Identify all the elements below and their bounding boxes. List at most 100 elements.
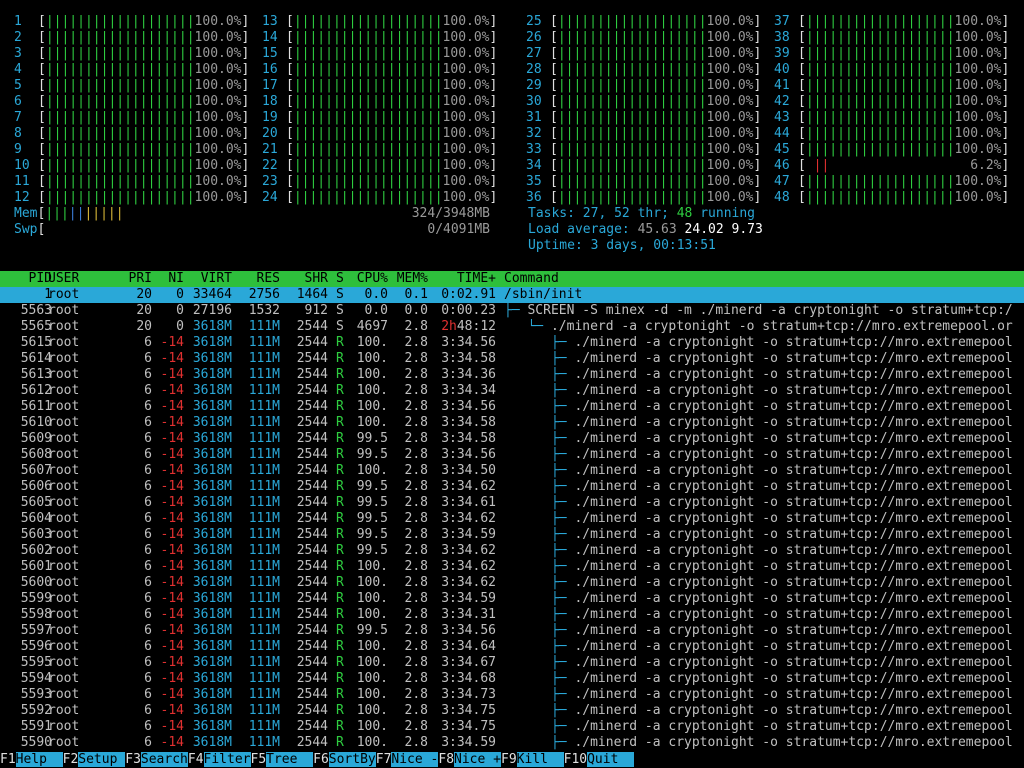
cell-shr: 2544: [296, 367, 328, 382]
cell-ni: -14: [160, 575, 184, 590]
cell-pri: 6: [144, 671, 152, 686]
process-row[interactable]: 5606 root 6 -14 3618M 111M 2544 R 99.5 2.8 3:34.62…: [0, 479, 1024, 495]
fkey-f3: F3: [125, 752, 141, 767]
col-ni[interactable]: NI: [156, 271, 184, 287]
cpu-column: 1 [|||||||||||||||||||100.0%] 2 [||||||||||…: [14, 14, 249, 206]
tree-branch: ├─: [504, 527, 575, 542]
cpu-percent: 100.0%: [442, 190, 490, 205]
cpu-number: 30: [526, 94, 542, 109]
process-row[interactable]: 5595 root 6 -14 3618M 111M 2544 R 100. 2.8 3:34.67…: [0, 655, 1024, 671]
cell-mem: 2.8: [404, 655, 428, 670]
process-row[interactable]: 5607 root 6 -14 3618M 111M 2544 R 100. 2.8 3:34.50…: [0, 463, 1024, 479]
process-row[interactable]: 5611 root 6 -14 3618M 111M 2544 R 100. 2.8 3:34.56…: [0, 399, 1024, 415]
fkey-f6: F6: [313, 752, 329, 767]
cell-user: root: [48, 655, 80, 670]
cell-res: 111M: [248, 351, 280, 366]
cpu-meter: 17 [|||||||||||||||||||100.0%]: [262, 78, 498, 93]
process-row[interactable]: 5608 root 6 -14 3618M 111M 2544 R 99.5 2.8 3:34.56…: [0, 447, 1024, 463]
cpu-usage-bar: |||||||||||||||||||: [45, 46, 195, 61]
cell-pri: 6: [144, 703, 152, 718]
col-pri[interactable]: PRI: [120, 271, 152, 287]
cpu-percent: 100.0%: [442, 142, 490, 157]
process-row[interactable]: 5605 root 6 -14 3618M 111M 2544 R 99.5 2.8 3:34.61…: [0, 495, 1024, 511]
cell-time: 3:34.62: [441, 511, 496, 526]
process-row[interactable]: 1 root 20 0 33464 2756 1464 S 0.0 0.1 0:02.91/sbin…: [0, 287, 1024, 303]
fkey-label[interactable]: Kill: [516, 752, 564, 767]
col-res[interactable]: RES: [236, 271, 280, 287]
col-state[interactable]: S: [336, 271, 344, 287]
cell-pri: 6: [144, 687, 152, 702]
cpu-meter: 48 [|||||||||||||||||||100.0%]: [774, 190, 1010, 205]
process-row[interactable]: 5603 root 6 -14 3618M 111M 2544 R 99.5 2.8 3:34.59…: [0, 527, 1024, 543]
process-row[interactable]: 5597 root 6 -14 3618M 111M 2544 R 99.5 2.8 3:34.56…: [0, 623, 1024, 639]
process-row[interactable]: 5599 root 6 -14 3618M 111M 2544 R 100. 2.8 3:34.59…: [0, 591, 1024, 607]
process-row[interactable]: 5600 root 6 -14 3618M 111M 2544 R 100. 2.8 3:34.62…: [0, 575, 1024, 591]
col-mem[interactable]: MEM%: [388, 271, 428, 287]
col-virt[interactable]: VIRT: [188, 271, 232, 287]
process-row[interactable]: 5601 root 6 -14 3618M 111M 2544 R 100. 2.8 3:34.62…: [0, 559, 1024, 575]
fkey-label[interactable]: Filter: [203, 752, 251, 767]
fkey-label[interactable]: SortBy: [328, 752, 376, 767]
col-cpu[interactable]: CPU%: [348, 271, 388, 287]
cell-res: 111M: [248, 335, 280, 350]
cpu-usage-bar: |||||||||||||||||||: [557, 62, 707, 77]
cell-mem: 2.8: [404, 623, 428, 638]
fkey-label[interactable]: Quit: [587, 752, 635, 767]
cpu-usage-bar: |||||||||||||||||||: [45, 142, 195, 157]
process-row[interactable]: 5610 root 6 -14 3618M 111M 2544 R 100. 2.8 3:34.58…: [0, 415, 1024, 431]
process-row[interactable]: 5614 root 6 -14 3618M 111M 2544 R 100. 2.8 3:34.58…: [0, 351, 1024, 367]
cpu-number: 29: [526, 78, 542, 93]
process-row[interactable]: 5604 root 6 -14 3618M 111M 2544 R 99.5 2.8 3:34.62…: [0, 511, 1024, 527]
process-row[interactable]: 5565 root 20 0 3618M 111M 2544 S 4697 2.8 2h48:12 …: [0, 319, 1024, 335]
fkey-label[interactable]: Nice +: [454, 752, 501, 767]
cpu-usage-bar: |||||||||||||||||||: [293, 30, 443, 45]
process-row[interactable]: 5591 root 6 -14 3618M 111M 2544 R 100. 2.8 3:34.75…: [0, 719, 1024, 735]
cell-pid: 5597: [20, 623, 52, 638]
cell-pri: 6: [144, 447, 152, 462]
process-row[interactable]: 5609 root 6 -14 3618M 111M 2544 R 99.5 2.8 3:34.58…: [0, 431, 1024, 447]
fkey-label[interactable]: Search: [140, 752, 188, 767]
cell-s: R: [336, 575, 344, 590]
cpu-percent: 100.0%: [194, 126, 242, 141]
cpu-usage-bar: |||||||||||||||||||: [45, 190, 195, 205]
col-user[interactable]: USER: [48, 271, 79, 287]
cell-command: ├─ ./minerd -a cryptonight -o stratum+tc…: [504, 543, 1013, 559]
cell-res: 111M: [248, 495, 280, 510]
cell-virt: 3618M: [192, 671, 232, 686]
process-row[interactable]: 5594 root 6 -14 3618M 111M 2544 R 100. 2.8 3:34.68…: [0, 671, 1024, 687]
process-row[interactable]: 5593 root 6 -14 3618M 111M 2544 R 100. 2.8 3:34.73…: [0, 687, 1024, 703]
cpu-meter: 1 [|||||||||||||||||||100.0%]: [14, 14, 250, 29]
process-row[interactable]: 5592 root 6 -14 3618M 111M 2544 R 100. 2.8 3:34.75…: [0, 703, 1024, 719]
process-row[interactable]: 5612 root 6 -14 3618M 111M 2544 R 100. 2.8 3:34.34…: [0, 383, 1024, 399]
process-row[interactable]: 5563 root 20 0 27196 1532 912 S 0.0 0.0 0:00.23 ├─ …: [0, 303, 1024, 319]
cell-pid: 5603: [20, 527, 52, 542]
cpu-percent: 100.0%: [442, 46, 490, 61]
fkey-label[interactable]: Help: [15, 752, 63, 767]
col-pid[interactable]: PID: [0, 271, 52, 287]
process-row[interactable]: 5613 root 6 -14 3618M 111M 2544 R 100. 2.8 3:34.36…: [0, 367, 1024, 383]
cpu-number: 36: [526, 190, 542, 205]
col-shr[interactable]: SHR: [284, 271, 328, 287]
cpu-percent: 100.0%: [706, 14, 754, 29]
col-command[interactable]: Command: [504, 271, 559, 287]
fkey-label[interactable]: Tree: [266, 752, 314, 767]
cell-s: R: [336, 703, 344, 718]
fkey-label[interactable]: Nice -: [391, 752, 439, 767]
cell-pri: 6: [144, 463, 152, 478]
process-row[interactable]: 5596 root 6 -14 3618M 111M 2544 R 100. 2.8 3:34.64…: [0, 639, 1024, 655]
process-row[interactable]: 5602 root 6 -14 3618M 111M 2544 R 99.5 2.8 3:34.62…: [0, 543, 1024, 559]
process-row[interactable]: 5615 root 6 -14 3618M 111M 2544 R 100. 2.8 3:34.56…: [0, 335, 1024, 351]
cell-cpu: 99.5: [356, 495, 388, 510]
cell-pid: 5607: [20, 463, 52, 478]
process-row[interactable]: 5590 root 6 -14 3618M 111M 2544 R 100. 2.8 3:34.59…: [0, 735, 1024, 751]
cpu-number: 32: [526, 126, 542, 141]
cpu-usage-bar: |||||||||||||||||||: [805, 174, 955, 189]
cell-s: R: [336, 479, 344, 494]
process-row[interactable]: 5598 root 6 -14 3618M 111M 2544 R 100. 2.8 3:34.31…: [0, 607, 1024, 623]
cell-cpu: 100.: [356, 335, 388, 350]
cell-virt: 3618M: [192, 463, 232, 478]
fkey-label[interactable]: Setup: [78, 752, 126, 767]
cell-res: 111M: [248, 543, 280, 558]
col-time[interactable]: TIME+: [432, 271, 496, 287]
cell-shr: 2544: [296, 319, 328, 334]
